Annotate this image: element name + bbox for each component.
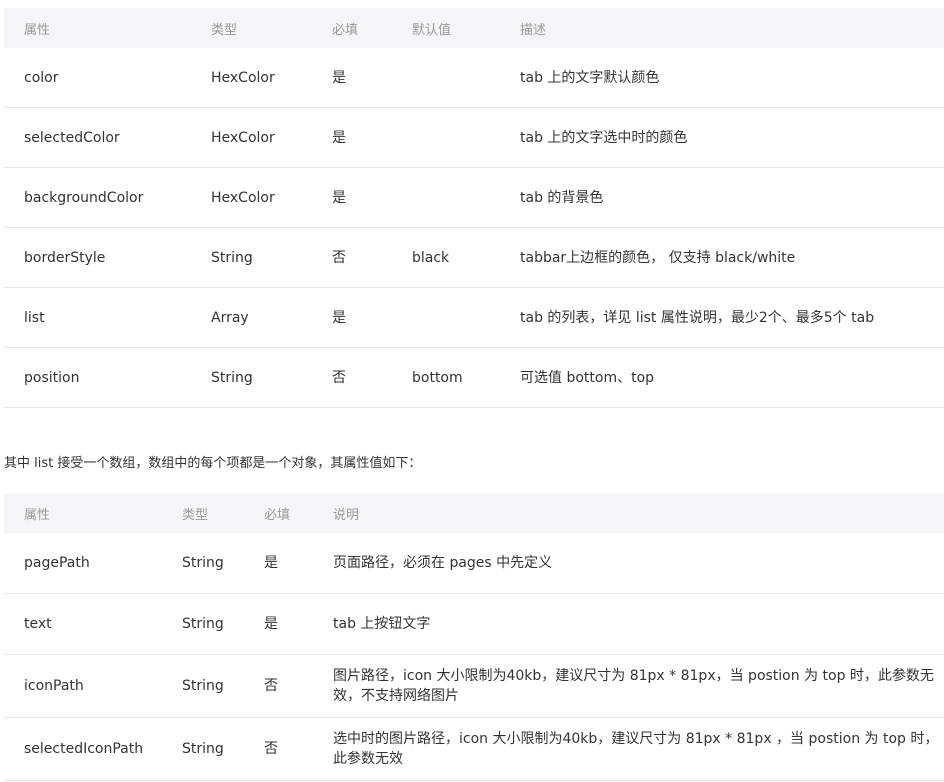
cell-type: Array <box>191 287 312 348</box>
cell-required: 是 <box>312 167 392 228</box>
cell-type: HexColor <box>191 167 312 228</box>
header-explanation: 说明 <box>313 493 944 533</box>
list-item-properties-table: 属性 类型 必填 说明 pagePath String 是 页面路径，必须在 p… <box>4 493 944 781</box>
cell-explanation: 选中时的图片路径，icon 大小限制为40kb，建议尺寸为 81px * 81p… <box>313 717 944 781</box>
cell-required: 否 <box>312 227 392 288</box>
table-row: selectedIconPath String 否 选中时的图片路径，icon … <box>4 717 944 781</box>
cell-property: text <box>4 593 162 655</box>
cell-property: pagePath <box>4 533 162 594</box>
cell-required: 是 <box>312 287 392 348</box>
cell-required: 是 <box>244 533 313 594</box>
cell-type: HexColor <box>191 107 312 168</box>
cell-description: tab 的背景色 <box>500 167 944 228</box>
cell-default <box>392 48 500 108</box>
cell-type: String <box>162 654 244 718</box>
cell-description: tab 上的文字选中时的颜色 <box>500 107 944 168</box>
table-row: borderStyle String 否 black tabbar上边框的颜色，… <box>4 227 944 288</box>
cell-required: 否 <box>244 717 313 781</box>
cell-explanation: 图片路径，icon 大小限制为40kb，建议尺寸为 81px * 81px，当 … <box>313 654 944 718</box>
table-header-row: 属性 类型 必填 默认值 描述 <box>4 8 944 48</box>
header-description: 描述 <box>500 8 944 48</box>
cell-property: color <box>4 48 191 108</box>
header-type: 类型 <box>191 8 312 48</box>
cell-property: selectedColor <box>4 107 191 168</box>
list-description-paragraph: 其中 list 接受一个数组，数组中的每个项都是一个对象，其属性值如下： <box>4 456 422 471</box>
cell-default <box>392 287 500 348</box>
cell-description: tab 的列表，详见 list 属性说明，最少2个、最多5个 tab <box>500 287 944 348</box>
cell-default: bottom <box>392 347 500 408</box>
cell-type: String <box>191 227 312 288</box>
table-row: selectedColor HexColor 是 tab 上的文字选中时的颜色 <box>4 107 944 168</box>
table-row: pagePath String 是 页面路径，必须在 pages 中先定义 <box>4 533 944 594</box>
cell-property: backgroundColor <box>4 167 191 228</box>
cell-explanation: tab 上按钮文字 <box>313 593 944 655</box>
header-type: 类型 <box>162 493 244 533</box>
cell-property: position <box>4 347 191 408</box>
table-row: text String 是 tab 上按钮文字 <box>4 593 944 655</box>
header-property: 属性 <box>4 8 191 48</box>
cell-required: 否 <box>244 654 313 718</box>
cell-explanation: 页面路径，必须在 pages 中先定义 <box>313 533 944 594</box>
cell-default <box>392 167 500 228</box>
cell-required: 否 <box>312 347 392 408</box>
cell-property: list <box>4 287 191 348</box>
cell-property: selectedIconPath <box>4 717 162 781</box>
cell-type: String <box>162 717 244 781</box>
header-required: 必填 <box>244 493 313 533</box>
cell-property: borderStyle <box>4 227 191 288</box>
cell-required: 是 <box>312 107 392 168</box>
cell-property: iconPath <box>4 654 162 718</box>
cell-description: tabbar上边框的颜色， 仅支持 black/white <box>500 227 944 288</box>
cell-description: 可选值 bottom、top <box>500 347 944 408</box>
table-row: list Array 是 tab 的列表，详见 list 属性说明，最少2个、最… <box>4 287 944 348</box>
cell-description: tab 上的文字默认颜色 <box>500 48 944 108</box>
header-default: 默认值 <box>392 8 500 48</box>
cell-type: String <box>191 347 312 408</box>
tabbar-properties-table: 属性 类型 必填 默认值 描述 color HexColor 是 tab 上的文… <box>4 8 944 408</box>
header-required: 必填 <box>312 8 392 48</box>
table-row: iconPath String 否 图片路径，icon 大小限制为40kb，建议… <box>4 654 944 718</box>
table-header-row: 属性 类型 必填 说明 <box>4 493 944 533</box>
table-row: color HexColor 是 tab 上的文字默认颜色 <box>4 48 944 108</box>
cell-type: String <box>162 533 244 594</box>
cell-required: 是 <box>244 593 313 655</box>
header-property: 属性 <box>4 493 162 533</box>
cell-default: black <box>392 227 500 288</box>
cell-required: 是 <box>312 48 392 108</box>
cell-type: String <box>162 593 244 655</box>
cell-type: HexColor <box>191 48 312 108</box>
table-row: backgroundColor HexColor 是 tab 的背景色 <box>4 167 944 228</box>
table-row: position String 否 bottom 可选值 bottom、top <box>4 347 944 408</box>
cell-default <box>392 107 500 168</box>
